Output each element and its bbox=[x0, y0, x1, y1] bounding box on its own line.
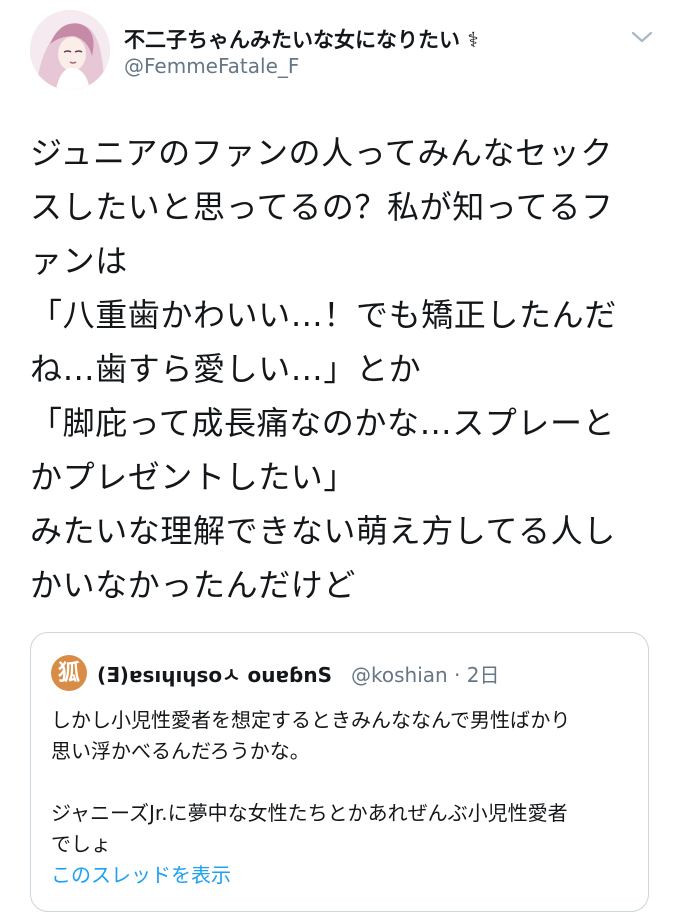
tweet-text-line: ね…歯すら愛しい…」とか bbox=[30, 350, 422, 388]
quoted-text-line: ジャニーズJr.に夢中な女性たちとかあれぜんぶ小児性愛者 bbox=[51, 801, 568, 825]
tweet-text-line: かプレゼントしたい」 bbox=[30, 458, 357, 496]
show-thread-link[interactable]: このスレッドを表示 bbox=[51, 859, 231, 888]
author-handle[interactable]: @FemmeFatale_F bbox=[124, 54, 299, 78]
tweet-text-line: 「八重歯かわいい…！でも矯正したんだ bbox=[30, 296, 617, 334]
quoted-text-line: しかし小児性愛者を想定するときみんななんで男性ばかり bbox=[51, 708, 571, 732]
author-name-text: 不二子ちゃんみたいな女になりたい bbox=[124, 28, 460, 52]
tweet-card: 不二子ちゃんみたいな女になりたい ⚕ @FemmeFatale_F ジュニアのフ… bbox=[0, 0, 680, 912]
quoted-avatar[interactable]: 狐 bbox=[51, 655, 87, 691]
tweet-text-line: みたいな理解できない萌え方してる人し bbox=[30, 512, 616, 550]
author-avatar[interactable] bbox=[30, 10, 110, 90]
tweet-text-line: ジュニアのファンの人ってみんなセック bbox=[30, 134, 613, 172]
name-emoji-icon: ⚕ bbox=[467, 28, 479, 52]
quoted-text-line: でしょ bbox=[51, 832, 111, 856]
tweet-text: ジュニアのファンの人ってみんなセック スしたいと思ってるの？私が知ってるフ ァン… bbox=[30, 126, 655, 612]
tweet-text-line: ァンは bbox=[30, 242, 128, 280]
quoted-display-name: (Ǝ)ɐsıɥıɥsoㅅ ouɐɓnS bbox=[97, 663, 332, 687]
quoted-text-line: 思い浮かべるんだろうかな。 bbox=[51, 739, 310, 763]
quoted-text-spacer bbox=[51, 767, 631, 798]
caret-down-icon[interactable] bbox=[630, 28, 654, 46]
quoted-handle-time: @koshian · 2日 bbox=[351, 663, 500, 687]
quoted-tweet[interactable]: 狐 (Ǝ)ɐsıɥıɥsoㅅ ouɐɓnS @koshian · 2日 しかし小… bbox=[30, 632, 649, 912]
tweet-text-line: スしたいと思ってるの？私が知ってるフ bbox=[30, 188, 614, 226]
quoted-text: しかし小児性愛者を想定するときみんななんで男性ばかり 思い浮かべるんだろうかな。… bbox=[51, 705, 631, 860]
tweet-text-line: 「脚庇って成長痛なのかな…スプレーと bbox=[30, 404, 616, 442]
author-display-name[interactable]: 不二子ちゃんみたいな女になりたい ⚕ bbox=[124, 24, 479, 54]
tweet-text-line: かいなかったんだけど bbox=[30, 566, 357, 604]
